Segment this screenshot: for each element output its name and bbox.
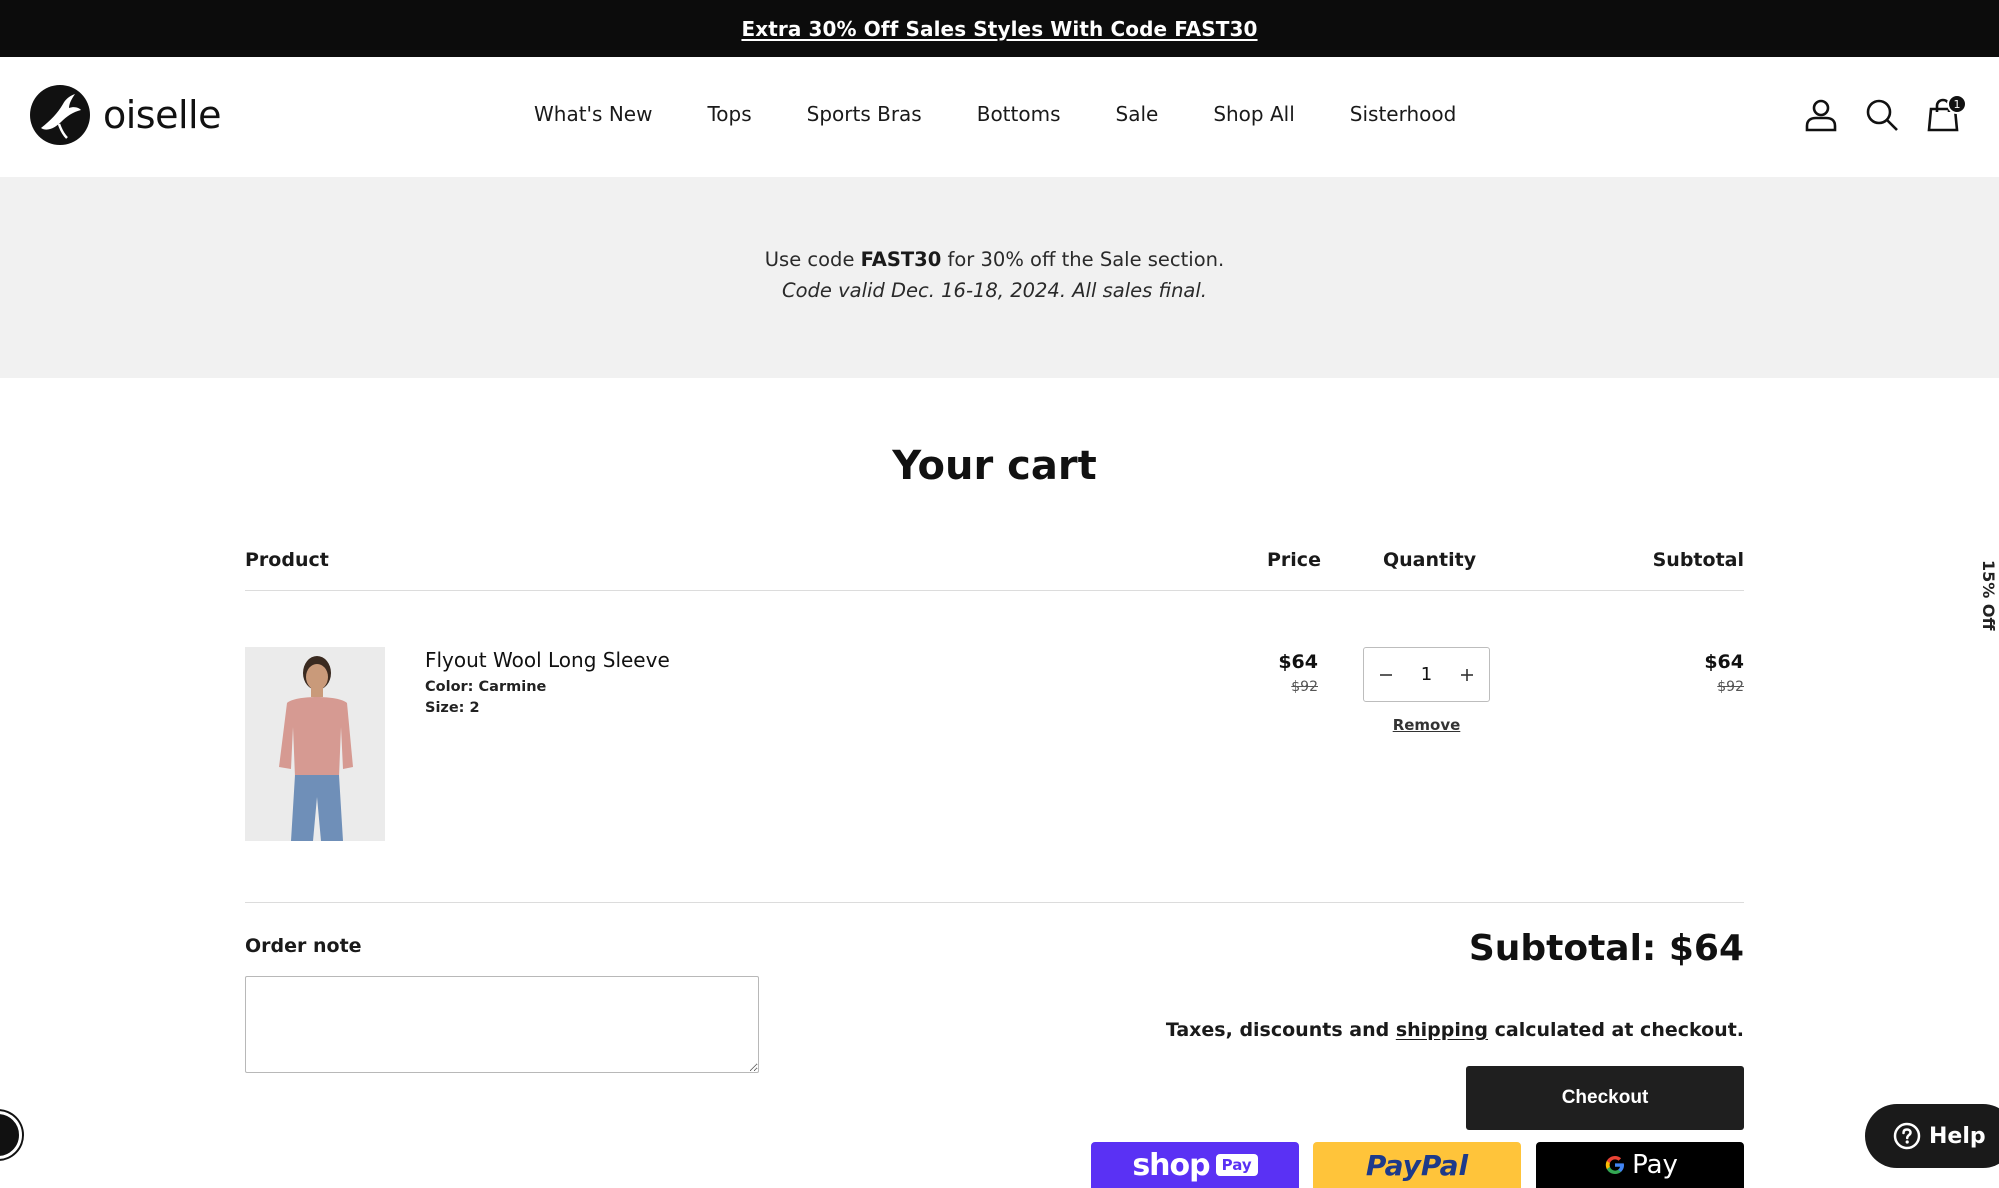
paypal-text: PayPal	[1365, 1148, 1469, 1182]
nav-whats-new[interactable]: What's New	[534, 102, 652, 126]
page-title: Your cart	[892, 443, 1097, 489]
column-header-subtotal: Subtotal	[1652, 549, 1744, 571]
main-nav: What's New Tops Sports Bras Bottoms Sale…	[534, 102, 1456, 126]
google-pay-text: Pay	[1632, 1150, 1678, 1180]
nav-sisterhood[interactable]: Sisterhood	[1350, 102, 1457, 126]
product-size: Size: 2	[425, 700, 480, 716]
checkout-button[interactable]: Checkout	[1466, 1066, 1744, 1130]
accessibility-icon[interactable]	[0, 1111, 22, 1159]
nav-shop-all[interactable]: Shop All	[1213, 102, 1294, 126]
nav-sports-bras[interactable]: Sports Bras	[807, 102, 922, 126]
nav-sale[interactable]: Sale	[1116, 102, 1159, 126]
product-photo-icon	[245, 647, 385, 841]
shop-pay-text: shop	[1132, 1147, 1210, 1183]
promo-suffix: for 30% off the Sale section.	[941, 248, 1225, 271]
promo-prefix: Use code	[764, 248, 861, 271]
announcement-bar: Extra 30% Off Sales Styles With Code FAS…	[0, 0, 1999, 57]
cart-count-badge: 1	[1947, 94, 1967, 114]
cart-icon[interactable]: 1	[1925, 94, 1967, 133]
logo-text: oiselle	[103, 93, 221, 137]
promo-banner: Use code FAST30 for 30% off the Sale sec…	[0, 177, 1999, 378]
minus-icon[interactable]	[1376, 665, 1396, 685]
google-pay-button[interactable]: Pay	[1536, 1142, 1744, 1188]
paypal-button[interactable]: PayPal	[1313, 1142, 1521, 1188]
search-icon[interactable]	[1864, 97, 1900, 133]
divider	[245, 590, 1744, 591]
order-note-field[interactable]	[245, 976, 759, 1073]
taxes-suffix: calculated at checkout.	[1488, 1019, 1744, 1041]
bird-logo-icon	[30, 85, 90, 145]
promo-code: FAST30	[860, 248, 942, 271]
line-subtotal: $64	[1704, 651, 1744, 673]
column-header-product: Product	[245, 549, 329, 571]
taxes-prefix: Taxes, discounts and	[1165, 1019, 1396, 1041]
question-icon	[1893, 1122, 1921, 1150]
cart-subtotal: Subtotal: $64	[1468, 928, 1744, 969]
item-compare-price: $92	[1291, 679, 1318, 695]
product-title[interactable]: Flyout Wool Long Sleeve	[425, 648, 670, 672]
shop-pay-badge: Pay	[1215, 1154, 1258, 1176]
discount-side-tab[interactable]: 15% Off	[1976, 556, 1999, 646]
promo-line-2: Code valid Dec. 16-18, 2024. All sales f…	[781, 279, 1207, 302]
announcement-link[interactable]: Extra 30% Off Sales Styles With Code FAS…	[741, 17, 1257, 41]
nav-tops[interactable]: Tops	[707, 102, 751, 126]
promo-line-1: Use code FAST30 for 30% off the Sale sec…	[0, 248, 1989, 271]
plus-icon[interactable]	[1457, 665, 1477, 685]
item-price: $64	[1278, 651, 1318, 673]
account-icon[interactable]	[1803, 97, 1839, 133]
side-tab-label: 15% Off	[1979, 560, 1998, 631]
logo[interactable]: oiselle	[29, 84, 221, 146]
quantity-value[interactable]: 1	[1421, 664, 1432, 685]
line-compare-subtotal: $92	[1717, 679, 1744, 695]
divider	[245, 902, 1744, 903]
taxes-note: Taxes, discounts and shipping calculated…	[1166, 1019, 1744, 1041]
column-header-price: Price	[1267, 549, 1321, 571]
google-g-icon	[1605, 1156, 1625, 1174]
shipping-link[interactable]: shipping	[1396, 1019, 1488, 1041]
quantity-stepper: 1	[1363, 647, 1490, 702]
order-note-label: Order note	[245, 935, 362, 957]
help-button[interactable]: Help	[1865, 1104, 1999, 1168]
remove-link[interactable]: Remove	[1363, 716, 1490, 734]
product-image[interactable]	[245, 647, 385, 841]
product-color: Color: Carmine	[425, 679, 547, 695]
help-label: Help	[1929, 1123, 1986, 1149]
shop-pay-button[interactable]: shop Pay	[1091, 1142, 1299, 1188]
column-header-quantity: Quantity	[1383, 549, 1477, 571]
nav-bottoms[interactable]: Bottoms	[977, 102, 1061, 126]
site-header: oiselle What's New Tops Sports Bras Bott…	[0, 57, 1999, 177]
